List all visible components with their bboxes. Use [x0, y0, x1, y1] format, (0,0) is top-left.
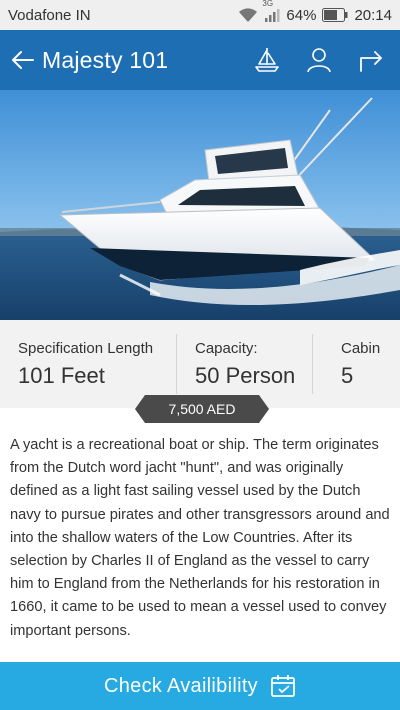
- check-availability-label: Check Availibility: [104, 674, 258, 697]
- page-title: Majesty 101: [42, 46, 169, 73]
- description-text: A yacht is a recreational boat or ship. …: [10, 437, 390, 639]
- carrier-name: Vodafone IN: [8, 6, 91, 24]
- status-bar: Vodafone IN 3G 64% 20:14: [0, 0, 400, 30]
- specs-panel: Specification Length 101 Feet Capacity: …: [0, 320, 400, 408]
- yacht-photo: [0, 90, 400, 320]
- battery-icon: [322, 8, 348, 22]
- spec-capacity-label: Capacity:: [195, 339, 258, 357]
- status-icons: 3G 64% 20:14: [238, 0, 392, 24]
- spec-capacity-value: 50 Person: [195, 362, 296, 388]
- spec-cabin-value: 5: [341, 362, 354, 388]
- signal-icon: 3G: [262, 0, 280, 23]
- battery-percent: 64%: [286, 6, 317, 24]
- spec-length-label: Specification Length: [18, 339, 154, 357]
- share-arrow-icon[interactable]: [356, 45, 386, 75]
- calendar-icon: [270, 674, 296, 698]
- app-header: Majesty 101: [0, 30, 400, 90]
- spec-length-value: 101 Feet: [18, 362, 105, 388]
- sailboat-icon[interactable]: [252, 45, 282, 75]
- spec-cabin-label: Cabin: [341, 339, 381, 357]
- back-arrow-icon[interactable]: [10, 47, 36, 73]
- spec-cabin: Cabin 5: [313, 334, 400, 394]
- user-icon[interactable]: [304, 45, 334, 75]
- price-badge: 7,500 AED: [135, 395, 269, 423]
- clock: 20:14: [354, 6, 392, 24]
- spec-length: Specification Length 101 Feet: [0, 334, 177, 394]
- check-availability-button[interactable]: Check Availibility: [0, 662, 400, 710]
- spec-capacity: Capacity: 50 Person: [177, 334, 313, 394]
- network-type-label: 3G: [262, 0, 274, 8]
- header-actions: [252, 45, 386, 75]
- wifi-icon: [238, 7, 258, 23]
